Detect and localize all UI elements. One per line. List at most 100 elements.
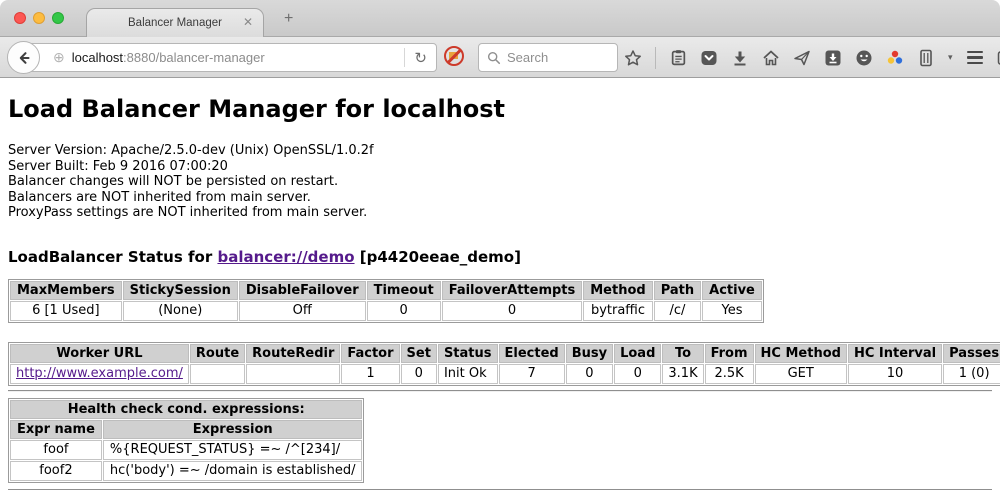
- table-cell: 2.5K: [705, 364, 754, 384]
- browser-titlebar: Balancer Manager ✕ +: [0, 0, 1000, 37]
- worker-table: Worker URL Route RouteRedir Factor Set S…: [8, 342, 1000, 386]
- url-host: localhost: [72, 50, 123, 65]
- health-data-row: foof2 hc('body') =~ /domain is establish…: [10, 461, 362, 481]
- search-icon: [487, 51, 501, 65]
- persist-note-line: Balancer changes will NOT be persisted o…: [8, 174, 992, 190]
- column-header: Timeout: [367, 281, 441, 300]
- column-header: Status: [438, 344, 498, 363]
- expression-cell: hc('body') =~ /domain is established/: [103, 461, 363, 481]
- server-built-line: Server Built: Feb 9 2016 07:00:20: [8, 159, 992, 175]
- health-header-row: Expr name Expression: [10, 420, 362, 439]
- section-divider: [8, 390, 992, 392]
- expr-name-cell: foof: [10, 440, 102, 460]
- column-header: HC Method: [755, 344, 847, 363]
- column-header: MaxMembers: [10, 281, 122, 300]
- column-header: Path: [654, 281, 701, 300]
- search-placeholder: Search: [507, 50, 548, 65]
- table-cell: 1: [341, 364, 399, 384]
- window-controls: [14, 12, 64, 24]
- column-header: Method: [583, 281, 652, 300]
- column-header: Elected: [499, 344, 565, 363]
- plugin-blocked-icon[interactable]: [443, 45, 465, 67]
- close-window-button[interactable]: [14, 12, 26, 24]
- reading-list-icon[interactable]: [669, 49, 687, 67]
- grid-icon[interactable]: [997, 49, 1000, 67]
- inherit-note-line: Balancers are NOT inherited from main se…: [8, 190, 992, 206]
- search-box[interactable]: Search: [478, 43, 618, 72]
- page-title: Load Balancer Manager for localhost: [8, 78, 992, 123]
- table-cell: /c/: [654, 301, 701, 321]
- site-identity-globe-icon[interactable]: ⊕: [53, 49, 65, 66]
- toolbar-icons: ▾: [624, 37, 1000, 78]
- tab-close-icon[interactable]: ✕: [243, 15, 253, 29]
- table-cell: 7: [499, 364, 565, 384]
- table-cell: 0: [566, 364, 613, 384]
- health-table-title: Health check cond. expressions:: [10, 400, 362, 419]
- worker-data-row: http://www.example.com/ 1 0 Init Ok 7 0 …: [10, 364, 1000, 384]
- table-cell: [190, 364, 245, 384]
- home-icon[interactable]: [762, 49, 780, 67]
- page-content: Load Balancer Manager for localhost Serv…: [0, 78, 1000, 490]
- new-tab-button[interactable]: +: [284, 11, 293, 27]
- url-bar[interactable]: ⊕ localhost:8880/balancer-manager ↻: [24, 43, 437, 72]
- toolbar-divider: [655, 47, 656, 69]
- back-arrow-icon: [16, 50, 32, 66]
- browser-toolbar: ⊕ localhost:8880/balancer-manager ↻ Sear…: [0, 37, 1000, 78]
- tab-title: Balancer Manager: [128, 17, 222, 29]
- table-cell: GET: [755, 364, 847, 384]
- worker-header-row: Worker URL Route RouteRedir Factor Set S…: [10, 344, 1000, 363]
- overflow-caret-icon[interactable]: ▾: [948, 49, 953, 67]
- balancer-header-row: MaxMembers StickySession DisableFailover…: [10, 281, 762, 300]
- column-header: Set: [401, 344, 437, 363]
- table-cell: 1 (0): [943, 364, 1000, 384]
- archive-icon[interactable]: [917, 49, 935, 67]
- server-version-line: Server Version: Apache/2.5.0-dev (Unix) …: [8, 143, 992, 159]
- worker-status-cell: Init Ok: [438, 364, 498, 384]
- column-header: RouteRedir: [246, 344, 340, 363]
- balancer-settings-table: MaxMembers StickySession DisableFailover…: [8, 279, 764, 323]
- worker-url-link[interactable]: http://www.example.com/: [16, 366, 183, 381]
- status-heading-suffix: [p4420eeae_demo]: [355, 248, 521, 266]
- pocket-icon[interactable]: [700, 49, 718, 67]
- health-check-table: Health check cond. expressions: Expr nam…: [8, 398, 364, 483]
- table-cell: 0: [614, 364, 661, 384]
- table-cell: 6 [1 Used]: [10, 301, 122, 321]
- column-header: From: [705, 344, 754, 363]
- table-cell: 0: [401, 364, 437, 384]
- fullscreen-window-button[interactable]: [52, 12, 64, 24]
- expr-name-cell: foof2: [10, 461, 102, 481]
- server-info: Server Version: Apache/2.5.0-dev (Unix) …: [8, 143, 992, 221]
- column-header: Active: [702, 281, 762, 300]
- column-header: Expr name: [10, 420, 102, 439]
- balancer-demo-link[interactable]: balancer://demo: [217, 248, 354, 266]
- downloadhelper-dots-icon[interactable]: [886, 49, 904, 67]
- back-button[interactable]: [7, 41, 40, 74]
- smiley-extension-icon[interactable]: [855, 49, 873, 67]
- table-cell: 3.1K: [662, 364, 703, 384]
- column-header: HC Interval: [848, 344, 942, 363]
- health-data-row: foof %{REQUEST_STATUS} =~ /^[234]/: [10, 440, 362, 460]
- column-header: Busy: [566, 344, 613, 363]
- table-cell: 0: [442, 301, 583, 321]
- health-title-row: Health check cond. expressions:: [10, 400, 362, 419]
- column-header: DisableFailover: [239, 281, 366, 300]
- download-box-icon[interactable]: [824, 49, 842, 67]
- tab-balancer-manager[interactable]: Balancer Manager ✕: [86, 8, 264, 37]
- send-tab-icon[interactable]: [793, 49, 811, 67]
- table-cell: 0: [367, 301, 441, 321]
- expression-cell: %{REQUEST_STATUS} =~ /^[234]/: [103, 440, 363, 460]
- proxypass-note-line: ProxyPass settings are NOT inherited fro…: [8, 205, 992, 221]
- balancer-status-heading: LoadBalancer Status for balancer://demo …: [8, 248, 992, 266]
- bookmark-star-icon[interactable]: [624, 49, 642, 67]
- footer-divider: [8, 489, 992, 491]
- reload-button[interactable]: ↻: [405, 49, 436, 67]
- column-header: Factor: [341, 344, 399, 363]
- column-header: Passes: [943, 344, 1000, 363]
- balancer-data-row: 6 [1 Used] (None) Off 0 0 bytraffic /c/ …: [10, 301, 762, 321]
- menu-hamburger-icon[interactable]: [966, 49, 984, 67]
- url-text: localhost:8880/balancer-manager: [72, 50, 265, 65]
- table-cell: (None): [123, 301, 238, 321]
- minimize-window-button[interactable]: [33, 12, 45, 24]
- download-arrow-icon[interactable]: [731, 49, 749, 67]
- table-cell: [246, 364, 340, 384]
